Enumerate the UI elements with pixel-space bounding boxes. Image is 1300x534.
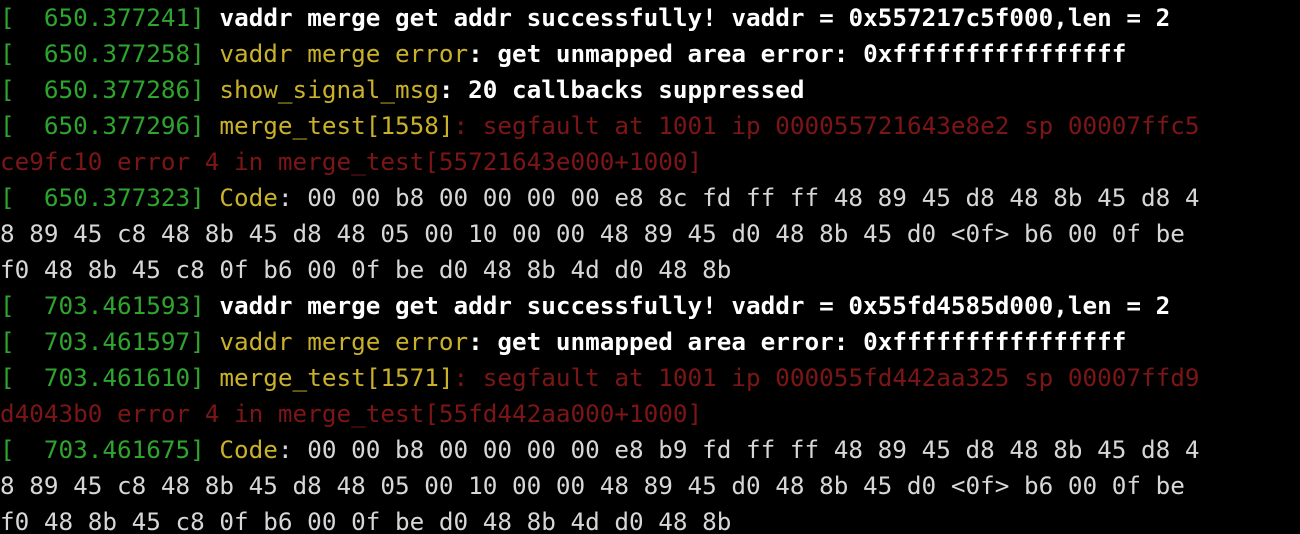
hex-dump-text: 8 89 45 c8 48 8b 45 d8 48 05 00 10 00 00… [0, 219, 1185, 248]
terminal-line: [ 650.377296] merge_test[1558]: segfault… [0, 108, 1300, 144]
terminal-line: [ 650.377286] show_signal_msg: 20 callba… [0, 72, 1300, 108]
log-message: : get unmapped area error: 0xfffffffffff… [468, 327, 1127, 356]
terminal-line: f0 48 8b 45 c8 0f b6 00 0f be d0 48 8b 4… [0, 252, 1300, 288]
log-message: vaddr merge get addr successfully! vaddr… [219, 291, 1171, 320]
terminal-line: [ 703.461593] vaddr merge get addr succe… [0, 288, 1300, 324]
terminal-line: 8 89 45 c8 48 8b 45 d8 48 05 00 10 00 00… [0, 468, 1300, 504]
timestamp: 650.377241] [43, 3, 220, 32]
terminal-line: [ 650.377241] vaddr merge get addr succe… [0, 0, 1300, 36]
terminal-line: [ 703.461610] merge_test[1571]: segfault… [0, 360, 1300, 396]
log-source: vaddr merge error [219, 327, 469, 356]
log-message: : get unmapped area error: 0xfffffffffff… [468, 39, 1127, 68]
timestamp: [ 650.377296] [0, 111, 220, 140]
timestamp: [ 650.377323] [0, 183, 220, 212]
terminal-line: f0 48 8b 45 c8 0f b6 00 0f be d0 48 8b 4… [0, 504, 1300, 534]
log-source: show_signal_msg [219, 75, 439, 104]
log-source: Code [219, 183, 278, 212]
timestamp: [ 703.461593] [0, 291, 220, 320]
terminal-line: 8 89 45 c8 48 8b 45 d8 48 05 00 10 00 00… [0, 216, 1300, 252]
hex-dump-text: f0 48 8b 45 c8 0f b6 00 0f be d0 48 8b 4… [0, 507, 732, 534]
timestamp: [ [0, 3, 44, 32]
terminal-line: d4043b0 error 4 in merge_test[55fd442aa0… [0, 396, 1300, 432]
hex-dump-text: : 00 00 b8 00 00 00 00 e8 b9 fd ff ff 48… [277, 435, 1200, 464]
terminal-line: [ 703.461675] Code: 00 00 b8 00 00 00 00… [0, 432, 1300, 468]
log-source: Code [219, 435, 278, 464]
error-message: : segfault at 1001 ip 000055fd442aa325 s… [453, 363, 1200, 392]
timestamp: [ 703.461610] [0, 363, 220, 392]
timestamp: [ 650.377286] [0, 75, 220, 104]
terminal-line: [ 703.461597] vaddr merge error: get unm… [0, 324, 1300, 360]
log-source: vaddr merge error [219, 39, 469, 68]
timestamp: [ 703.461597] [0, 327, 220, 356]
error-message: ce9fc10 error 4 in merge_test[55721643e0… [0, 147, 703, 176]
terminal-line: [ 650.377323] Code: 00 00 b8 00 00 00 00… [0, 180, 1300, 216]
error-message: : segfault at 1001 ip 000055721643e8e2 s… [453, 111, 1200, 140]
error-message: d4043b0 error 4 in merge_test[55fd442aa0… [0, 399, 703, 428]
log-source: merge_test[1558] [219, 111, 454, 140]
timestamp: [ 703.461675] [0, 435, 220, 464]
hex-dump-text: f0 48 8b 45 c8 0f b6 00 0f be d0 48 8b 4… [0, 255, 732, 284]
terminal-line: [ 650.377258] vaddr merge error: get unm… [0, 36, 1300, 72]
log-message: : 20 callbacks suppressed [438, 75, 805, 104]
terminal-output[interactable]: [ 650.377241] vaddr merge get addr succe… [0, 0, 1300, 534]
timestamp: [ 650.377258] [0, 39, 220, 68]
terminal-line: ce9fc10 error 4 in merge_test[55721643e0… [0, 144, 1300, 180]
log-source: merge_test[1571] [219, 363, 454, 392]
hex-dump-text: 8 89 45 c8 48 8b 45 d8 48 05 00 10 00 00… [0, 471, 1185, 500]
log-message: vaddr merge get addr successfully! vaddr… [219, 3, 1171, 32]
hex-dump-text: : 00 00 b8 00 00 00 00 e8 8c fd ff ff 48… [277, 183, 1200, 212]
